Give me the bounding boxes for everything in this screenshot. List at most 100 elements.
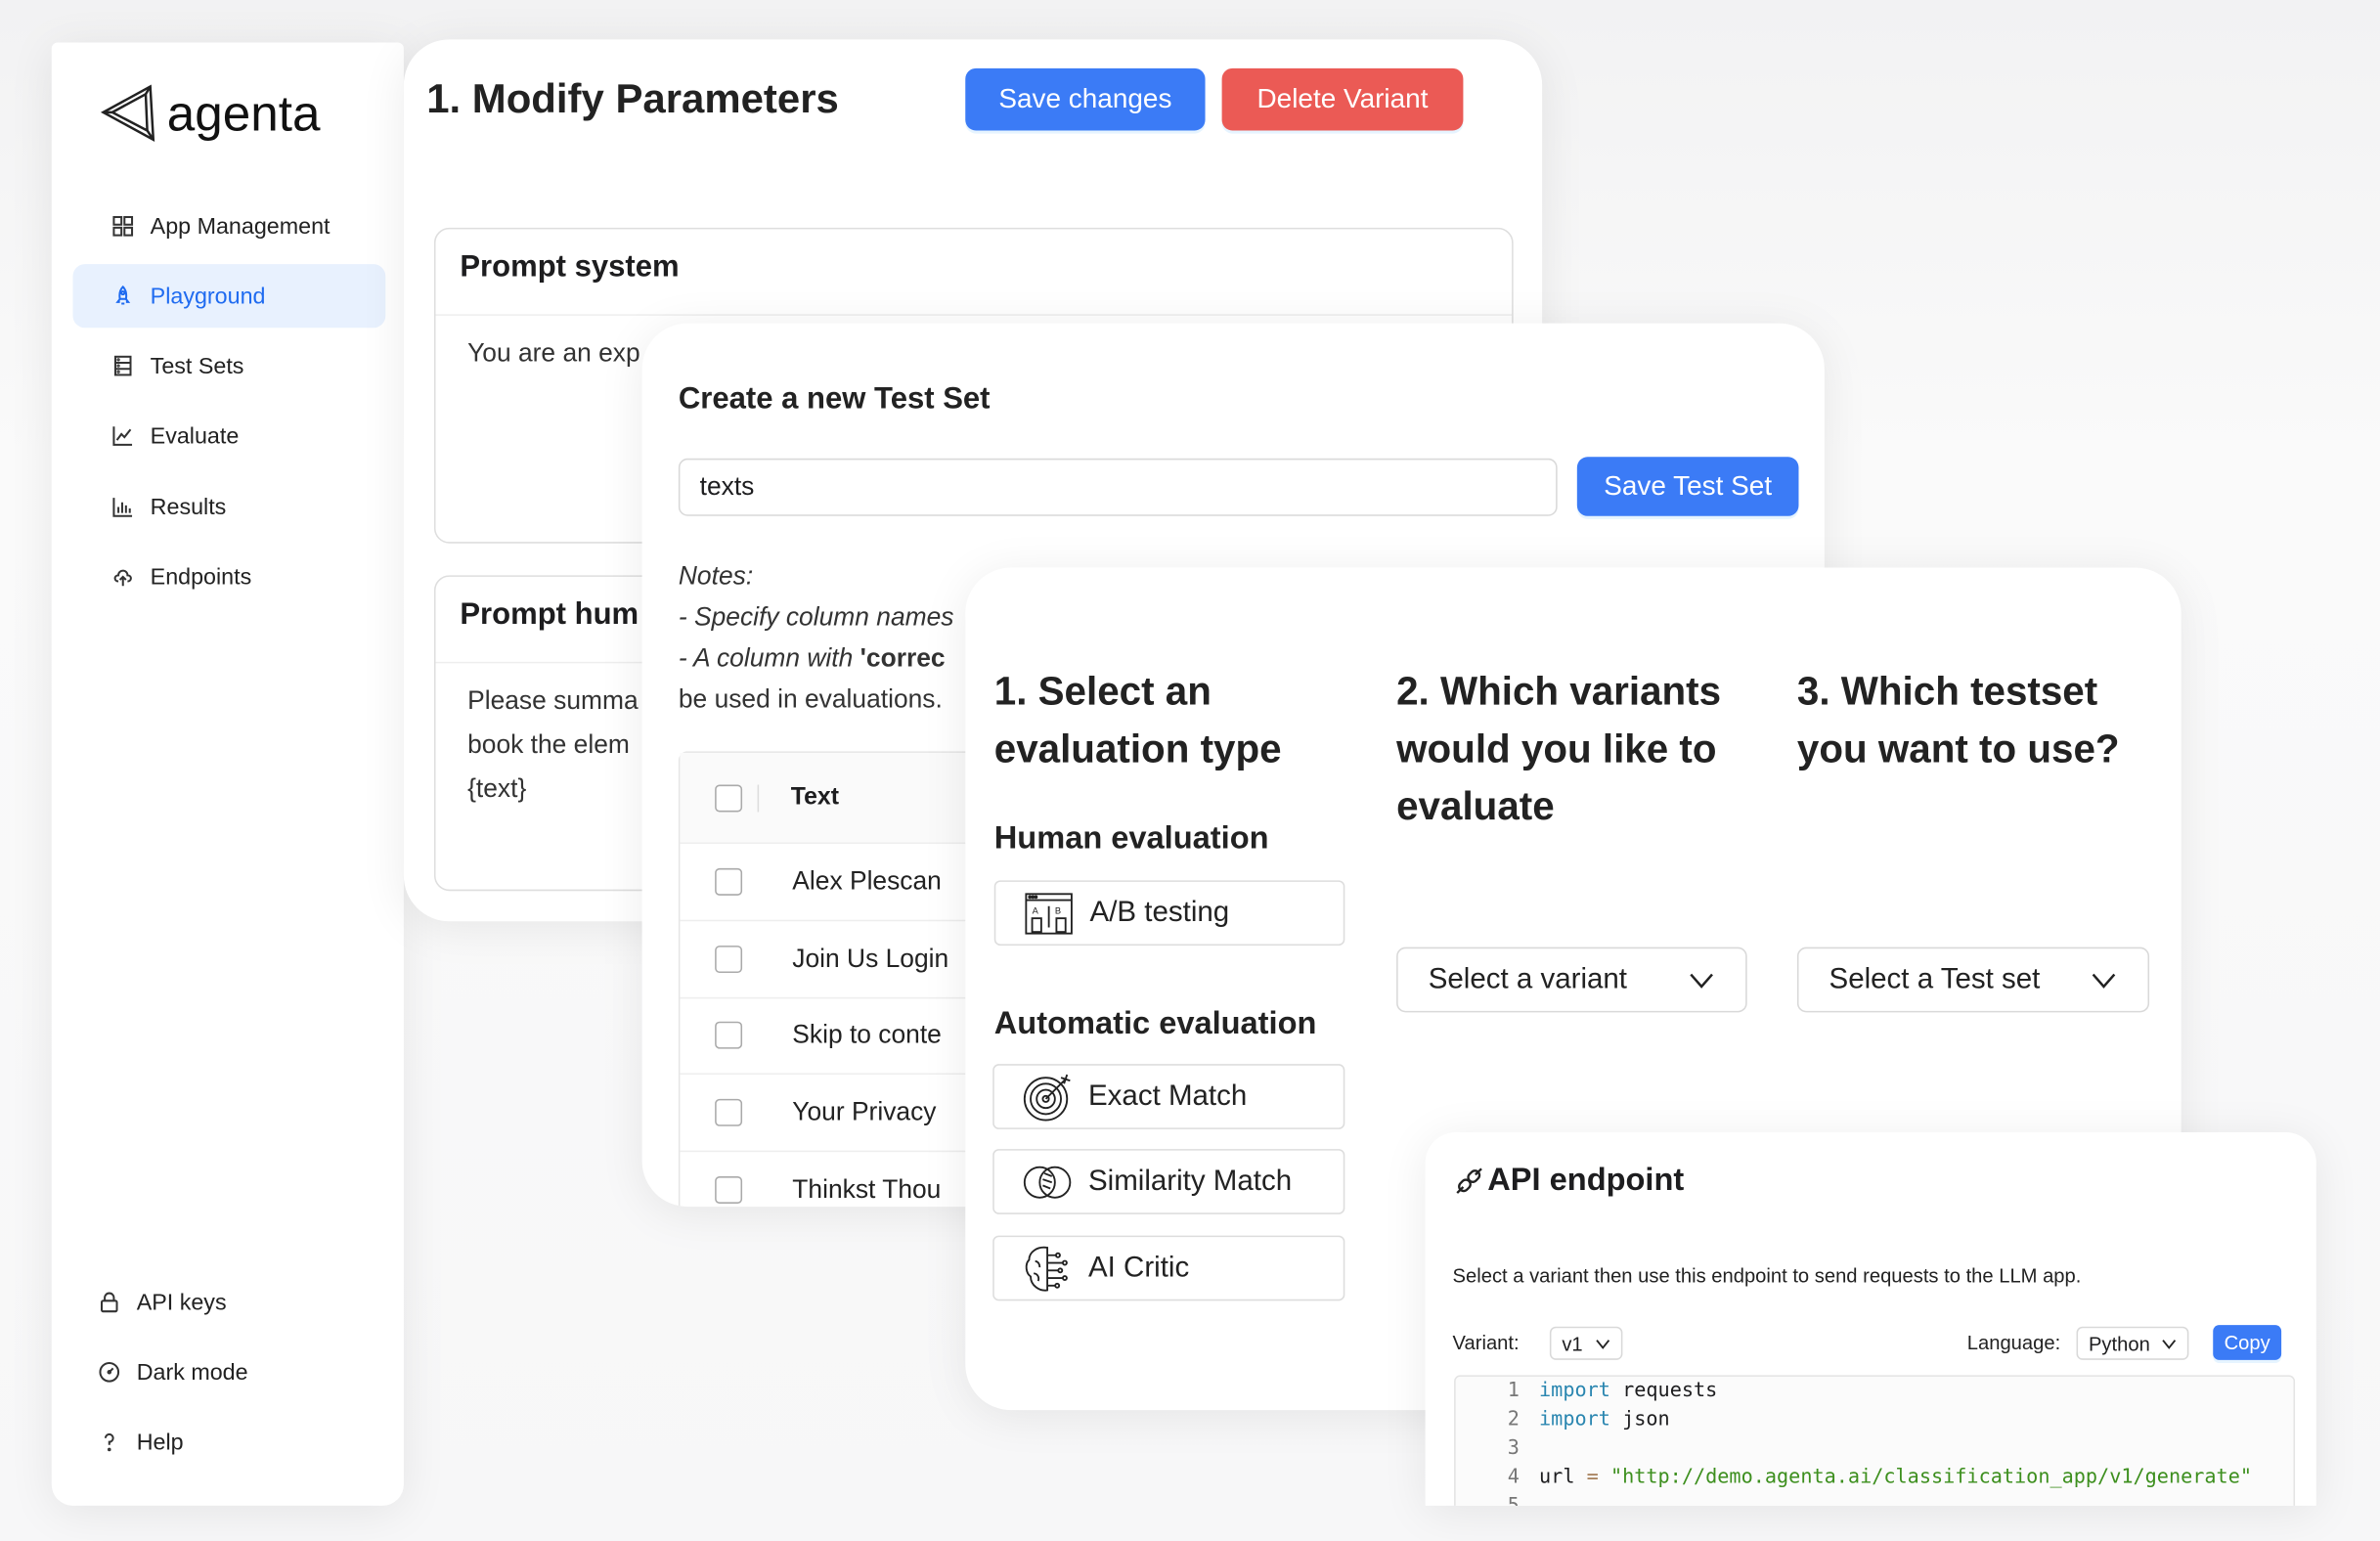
notes-title: Notes: [678, 561, 754, 591]
heading-line: 2. Which variants [1396, 668, 1722, 714]
similarity-match-option[interactable]: Similarity Match [992, 1149, 1345, 1214]
page-title: 1. Modify Parameters [426, 75, 839, 122]
sidebar-item-label: Dark mode [136, 1359, 248, 1386]
row-checkbox[interactable] [715, 946, 743, 974]
cell-text[interactable]: Join Us Login [792, 945, 948, 975]
venn-icon [1023, 1166, 1072, 1198]
chevron-down-icon [1595, 1339, 1609, 1349]
sidebar-item-api-keys[interactable]: API keys [60, 1270, 373, 1334]
automatic-evaluation-heading: Automatic evaluation [993, 1006, 1317, 1041]
note-bold: 'correc [859, 643, 946, 673]
save-test-set-button[interactable]: Save Test Set [1576, 457, 1799, 516]
line-number: 4 [1507, 1466, 1520, 1489]
cell-text[interactable]: Your Privacy [792, 1097, 936, 1127]
line-number: 3 [1507, 1437, 1520, 1461]
sidebar: agenta App Management Playground Test Se… [51, 42, 404, 1506]
human-evaluation-heading: Human evaluation [993, 820, 1269, 857]
sidebar-item-dark-mode[interactable]: Dark mode [60, 1341, 373, 1404]
sidebar-item-playground[interactable]: Playground [72, 264, 386, 329]
sidebar-item-label: Evaluate [150, 422, 240, 449]
option-label: Exact Match [1087, 1079, 1248, 1113]
sidebar-item-endpoints[interactable]: Endpoints [73, 545, 386, 608]
language-value: Python [2088, 1332, 2150, 1355]
variant-dropdown[interactable]: v1 [1549, 1326, 1622, 1360]
line-number: 2 [1507, 1408, 1520, 1431]
heading-line: evaluation type [993, 725, 1282, 771]
copy-button[interactable]: Copy [2213, 1325, 2282, 1360]
column-divider [757, 783, 760, 812]
heading-line: 3. Which testset [1796, 668, 2098, 714]
column-header-text: Text [790, 783, 839, 811]
option-label: AI Critic [1087, 1251, 1190, 1284]
line-chart-icon [112, 426, 133, 446]
note: be used in evaluations. [678, 684, 943, 714]
save-changes-button[interactable]: Save changes [965, 67, 1206, 131]
grid-icon [112, 215, 134, 237]
option-label: A/B testing [1089, 896, 1230, 929]
chevron-down-icon [2163, 1339, 2177, 1349]
ab-testing-icon: AB [1025, 892, 1073, 934]
heading-line: 1. Select an [993, 668, 1212, 714]
delete-variant-button[interactable]: Delete Variant [1221, 67, 1464, 131]
testset-select[interactable]: Select a Test set [1796, 947, 2150, 1013]
dashboard-icon [99, 1361, 120, 1383]
variant-select[interactable]: Select a variant [1396, 947, 1747, 1013]
line-number: 1 [1507, 1380, 1520, 1403]
sidebar-item-app-management[interactable]: App Management [73, 195, 386, 258]
sidebar-item-results[interactable]: Results [73, 475, 386, 539]
sidebar-item-label: Help [136, 1429, 184, 1455]
stage: agenta App Management Playground Test Se… [0, 0, 2380, 1541]
row-checkbox[interactable] [715, 867, 743, 896]
row-checkbox[interactable] [715, 1098, 743, 1126]
code-line: 4 url = "http://demo.agenta.ai/classifica… [1456, 1467, 2252, 1495]
code-text: url [1539, 1466, 1587, 1489]
heading-line: would you like to [1396, 725, 1717, 771]
code-line: 2 import json [1456, 1409, 1670, 1437]
question-icon [104, 1432, 114, 1452]
api-title-text: API endpoint [1487, 1163, 1685, 1198]
row-checkbox[interactable] [715, 1176, 743, 1204]
chevron-down-icon [1690, 972, 1713, 989]
svg-text:A: A [1033, 905, 1039, 915]
cell-text[interactable]: Thinkst Thou [792, 1174, 941, 1205]
row-checkbox[interactable] [715, 1021, 743, 1049]
language-dropdown[interactable]: Python [2076, 1326, 2190, 1360]
sidebar-item-test-sets[interactable]: Test Sets [73, 334, 386, 398]
cloud-upload-icon [113, 569, 132, 587]
test-set-name-input[interactable]: texts [678, 458, 1558, 516]
variant-value: v1 [1562, 1332, 1583, 1355]
code-line: 1 import requests [1456, 1380, 1718, 1408]
link-icon [1456, 1167, 1482, 1194]
line-number: 5 [1456, 1495, 1520, 1506]
sidebar-item-evaluate[interactable]: Evaluate [73, 404, 386, 467]
code-line: 3 [1456, 1437, 1539, 1466]
cell-text[interactable]: Alex Plescan [792, 866, 942, 897]
code-text: json [1609, 1408, 1670, 1431]
cell-text[interactable]: Skip to conte [792, 1020, 942, 1050]
logo[interactable]: agenta [99, 82, 320, 146]
sidebar-item-label: App Management [150, 213, 331, 240]
sidebar-item-label: Test Sets [150, 352, 244, 379]
language-label: Language: [1966, 1331, 2061, 1354]
ab-testing-option[interactable]: AB A/B testing [993, 880, 1345, 947]
note-text: - A column with [678, 643, 860, 673]
code-string: "http://demo.agenta.ai/classification_ap… [1598, 1466, 2253, 1489]
select-placeholder: Select a variant [1428, 962, 1628, 995]
select-all-checkbox[interactable] [715, 783, 743, 812]
api-endpoint-panel: API endpoint Select a variant then use t… [1425, 1132, 2316, 1506]
sidebar-item-label: Results [150, 494, 227, 520]
lock-icon [100, 1292, 118, 1313]
code-line: 5 [1456, 1495, 1539, 1506]
chevron-down-icon [2092, 972, 2116, 989]
sidebar-item-label: Endpoints [150, 563, 252, 591]
sidebar-item-help[interactable]: Help [60, 1410, 373, 1474]
ai-critic-option[interactable]: AI Critic [992, 1235, 1345, 1301]
svg-text:B: B [1055, 905, 1061, 915]
exact-match-option[interactable]: Exact Match [992, 1064, 1345, 1129]
bar-chart-icon [112, 498, 133, 517]
api-description: Select a variant then use this endpoint … [1452, 1264, 2082, 1288]
eval-type-heading: 1. Select an evaluation type [994, 662, 1282, 777]
prompt-system-title: Prompt system [435, 229, 1513, 316]
test-set-title: Create a new Test Set [678, 382, 991, 417]
code-block[interactable]: 1 import requests 2 import json 3 4 url = "… [1454, 1375, 2296, 1506]
